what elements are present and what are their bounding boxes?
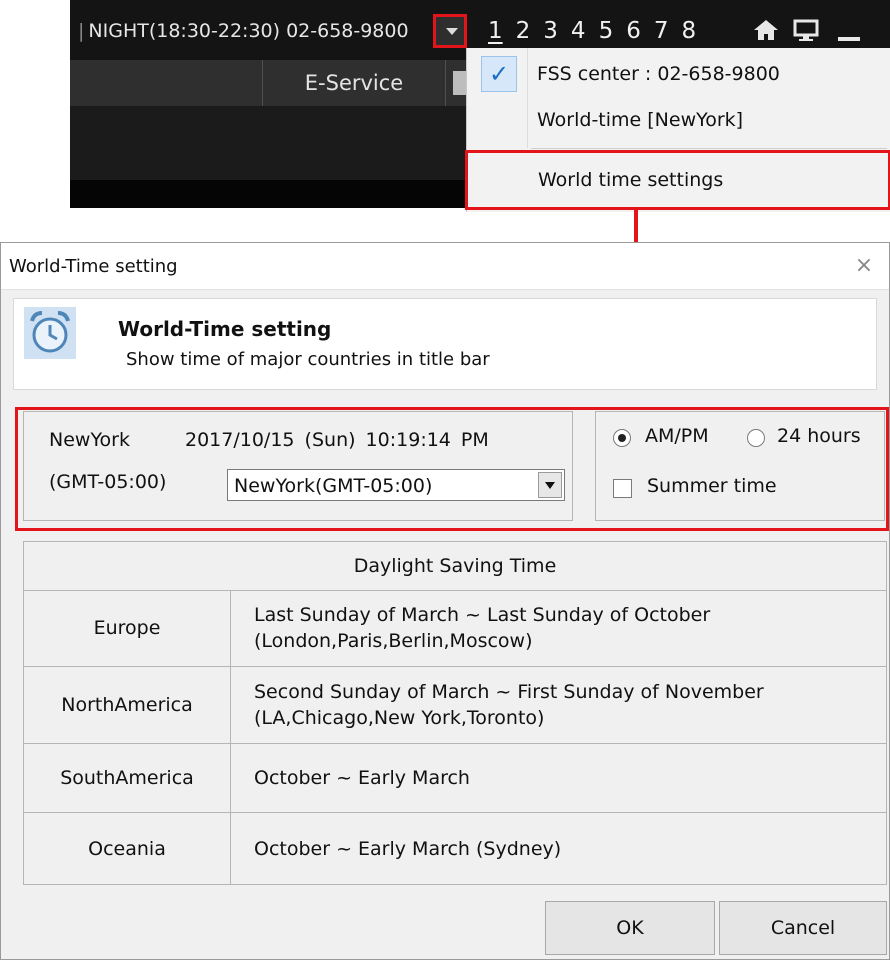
home-icon[interactable]: [752, 16, 780, 44]
dst-rule-period: October ~ Early March: [254, 767, 470, 789]
current-datetime: 2017/10/15 (Sun) 10:19:14 PM: [185, 429, 489, 451]
dst-rule-cities: (London,Paris,Berlin,Moscow): [254, 630, 533, 652]
menu-item-partial[interactable]: [453, 71, 467, 95]
gmt-offset-label: (GMT-05:00): [49, 471, 167, 493]
radio-24-hours-label[interactable]: 24 hours: [777, 425, 861, 447]
timezone-select[interactable]: NewYork(GMT-05:00): [227, 469, 565, 501]
dialog-title-bar: World-Time setting ×: [1, 243, 889, 290]
night-session-text: NIGHT(18:30-22:30) 02-658-9800: [88, 20, 409, 42]
table-row: NorthAmerica Second Sunday of March ~ Fi…: [24, 667, 886, 744]
table-row: SouthAmerica October ~ Early March: [24, 744, 886, 813]
dialog-title: World-Time setting: [9, 256, 178, 277]
dst-region: SouthAmerica: [24, 744, 231, 812]
summer-time-label[interactable]: Summer time: [647, 475, 777, 497]
dialog-header: World-Time setting Show time of major co…: [13, 298, 877, 390]
header-subtitle: Show time of major countries in title ba…: [126, 349, 490, 370]
summer-time-checkbox[interactable]: [613, 479, 632, 498]
world-time-setting-dialog: World-Time setting × World-Time setting …: [0, 242, 890, 960]
time-display-group: [23, 411, 573, 521]
menu-item-fss-center[interactable]: ✓ FSS center : 02-658-9800: [467, 48, 890, 100]
cancel-button[interactable]: Cancel: [719, 901, 887, 955]
minimize-icon[interactable]: [838, 37, 860, 41]
monitor-icon[interactable]: [792, 16, 820, 44]
close-icon[interactable]: ×: [853, 255, 875, 277]
dst-rule: Last Sunday of March ~ Last Sunday of Oc…: [254, 590, 710, 666]
separator: |: [78, 20, 85, 42]
dst-table: Daylight Saving Time Europe Last Sunday …: [23, 541, 887, 885]
alarm-clock-icon: [24, 307, 76, 359]
dst-rule-period: October ~ Early March (Sydney): [254, 837, 562, 860]
dst-rule: October ~ Early March (Sydney): [254, 813, 561, 884]
radio-ampm[interactable]: [613, 429, 631, 447]
header-title: World-Time setting: [118, 317, 332, 341]
ok-button[interactable]: OK: [545, 901, 715, 955]
table-row: Europe Last Sunday of March ~ Last Sunda…: [24, 590, 886, 667]
dst-region: Oceania: [24, 813, 231, 884]
world-time-context-menu: ✓ FSS center : 02-658-9800 World-time [N…: [465, 48, 890, 212]
menu-item-label: FSS center : 02-658-9800: [537, 63, 780, 85]
menu-item-label: World time settings: [538, 169, 724, 191]
dst-rule: Second Sunday of March ~ First Sunday of…: [254, 667, 764, 743]
dst-rule: October ~ Early March: [254, 744, 470, 812]
dst-region: NorthAmerica: [24, 667, 231, 743]
world-time-dropdown-button[interactable]: [433, 14, 467, 48]
timezone-selected-value: NewYork(GMT-05:00): [234, 475, 433, 497]
menu-item-world-time-settings[interactable]: World time settings: [465, 150, 890, 210]
night-session-info: | NIGHT(18:30-22:30) 02-658-9800: [78, 0, 409, 60]
menu-separator: [531, 148, 887, 149]
triangle-down-icon: [446, 28, 458, 35]
dst-table-header: Daylight Saving Time: [24, 542, 886, 591]
menu-item-world-time-newyork[interactable]: World-time [NewYork]: [467, 94, 890, 146]
dst-rule-period: Last Sunday of March ~ Last Sunday of Oc…: [254, 604, 711, 626]
dst-rule-period: Second Sunday of March ~ First Sunday of…: [254, 681, 764, 703]
menu-eservice[interactable]: E-Service: [262, 60, 446, 106]
checkmark-icon: ✓: [481, 56, 517, 92]
chevron-down-icon[interactable]: [538, 472, 562, 498]
radio-ampm-label[interactable]: AM/PM: [645, 425, 709, 447]
menu-item-label: World-time [NewYork]: [537, 109, 744, 131]
dst-region: Europe: [24, 590, 231, 666]
radio-24-hours[interactable]: [747, 429, 765, 447]
dst-rule-cities: (LA,Chicago,New York,Toronto): [254, 707, 545, 729]
city-label: NewYork: [49, 429, 130, 451]
table-row: Oceania October ~ Early March (Sydney): [24, 813, 886, 884]
